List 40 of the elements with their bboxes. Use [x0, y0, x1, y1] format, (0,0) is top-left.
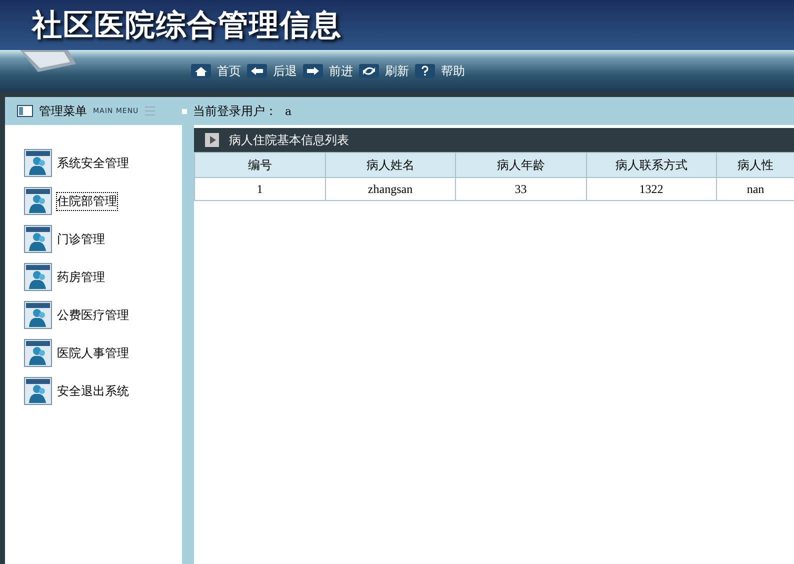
- users-window-icon: [24, 377, 52, 405]
- table-cell: 33: [456, 178, 586, 200]
- nav-link[interactable]: 后退: [247, 62, 297, 80]
- refresh-icon: [359, 64, 379, 78]
- menu-item[interactable]: 门诊管理: [24, 225, 182, 253]
- nav-link[interactable]: 帮助: [415, 62, 465, 80]
- panel-icon: [17, 105, 33, 117]
- user-name: a: [285, 104, 292, 118]
- menu-item[interactable]: 医院人事管理: [24, 339, 182, 367]
- menu-item[interactable]: 系统安全管理: [24, 149, 182, 177]
- users-window-icon: [24, 225, 52, 253]
- column-header: 病人年龄: [456, 152, 586, 178]
- users-window-icon: [24, 149, 52, 177]
- home-icon: [191, 64, 211, 78]
- nav-link[interactable]: 首页: [191, 62, 241, 80]
- menu-item[interactable]: 公费医疗管理: [24, 301, 182, 329]
- users-window-icon: [24, 187, 52, 215]
- menu-item[interactable]: 药房管理: [24, 263, 182, 291]
- user-label: 当前登录用户：: [193, 102, 277, 120]
- users-window-icon: [24, 339, 52, 367]
- help-icon: [415, 64, 435, 78]
- column-header: 编号: [194, 152, 325, 178]
- column-header: 病人性: [716, 152, 794, 178]
- menu-item[interactable]: 安全退出系统: [24, 377, 182, 405]
- nav-link[interactable]: 前进: [303, 62, 353, 80]
- table-cell: 1: [194, 178, 325, 200]
- table-cell: zhangsan: [325, 178, 456, 200]
- lines-icon: [144, 106, 155, 116]
- users-window-icon: [24, 301, 52, 329]
- menu-item[interactable]: 住院部管理: [24, 187, 182, 215]
- table-cell: 1322: [586, 178, 716, 200]
- column-header: 病人联系方式: [586, 152, 716, 178]
- app-title: 社区医院综合管理信息: [32, 6, 342, 44]
- menu-title: 管理菜单: [39, 102, 87, 120]
- nav-link[interactable]: 刷新: [359, 62, 409, 80]
- column-header: 病人姓名: [325, 152, 456, 178]
- laptop-icon: [18, 50, 78, 72]
- play-icon: [205, 133, 219, 147]
- table-title: 病人住院基本信息列表: [229, 132, 349, 148]
- users-window-icon: [24, 263, 52, 291]
